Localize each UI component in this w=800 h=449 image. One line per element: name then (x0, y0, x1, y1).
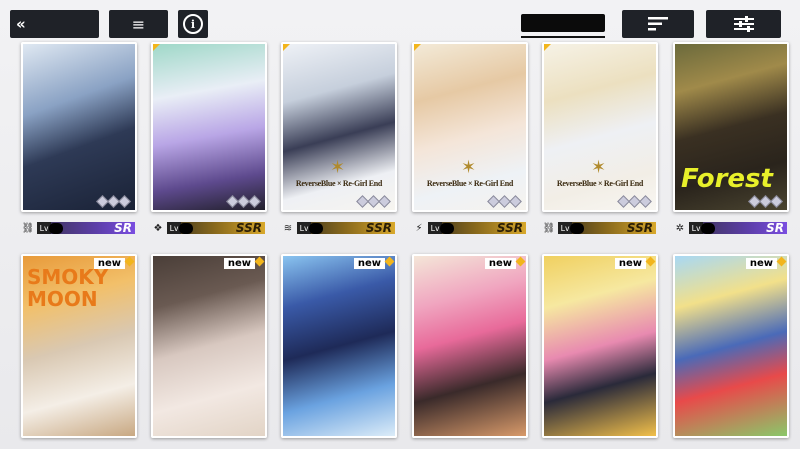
card-rarity-row: ❖ Lv SSR (151, 221, 265, 235)
card-art (153, 256, 265, 436)
level-redacted (309, 222, 323, 234)
sliders-icon (733, 16, 754, 32)
new-badge: new (614, 258, 646, 269)
card-art (544, 256, 656, 436)
card-stars (96, 195, 131, 208)
rarity-bar: Lv SSR (428, 221, 526, 235)
level-redacted (49, 222, 63, 234)
character-card[interactable]: ✶ ReverseBlue × Re-Girl End (281, 42, 397, 212)
card-corner-mark (283, 44, 291, 52)
card-art (283, 256, 395, 436)
card-corner-mark (414, 44, 422, 52)
rarity-bar: Lv SR (37, 221, 135, 235)
title-underline (521, 36, 605, 38)
card-stars (748, 195, 783, 208)
sort-icon (648, 17, 668, 31)
element-icon: ⛓ (21, 222, 35, 234)
card-stars (226, 195, 261, 208)
character-card[interactable]: new (412, 254, 528, 438)
card-art (675, 256, 787, 436)
emblem-icon: ✶ (461, 157, 477, 178)
rarity-bar: Lv SSR (297, 221, 395, 235)
card-caption: ReverseBlue × Re-Girl End (556, 179, 644, 188)
hamburger-menu-icon: ≡ (131, 14, 146, 34)
card-rarity-row: ⛓ Lv SSR (542, 221, 656, 235)
character-card[interactable]: Forest (673, 42, 789, 212)
level-redacted (440, 222, 454, 234)
card-stars (356, 195, 391, 208)
element-icon: ✲ (675, 222, 685, 234)
card-art (23, 44, 135, 210)
element-icon: ≋ (283, 222, 293, 234)
character-card[interactable]: new (151, 254, 267, 438)
card-caption: ReverseBlue × Re-Girl End (426, 179, 514, 188)
card-corner-mark (153, 44, 161, 52)
card-title-text: Forest (681, 164, 773, 194)
new-badge: new (223, 258, 255, 269)
menu-button[interactable]: ≡ (109, 10, 168, 38)
card-rarity-row: ⚡ Lv SSR (412, 221, 526, 235)
rarity-label: SR (114, 221, 132, 235)
card-rarity-row: ⛓ Lv SR (21, 221, 135, 235)
element-icon: ⛓ (542, 222, 556, 234)
character-card[interactable]: ✶ ReverseBlue × Re-Girl End (412, 42, 528, 212)
info-button[interactable]: i (178, 10, 208, 38)
card-title-text: SMOKY MOON (27, 265, 109, 311)
new-badge: new (93, 258, 125, 269)
card-stars (487, 195, 522, 208)
character-card[interactable]: new (673, 254, 789, 438)
character-card[interactable] (151, 42, 267, 212)
back-button[interactable]: « (10, 10, 99, 38)
element-icon: ❖ (153, 222, 163, 234)
emblem-icon: ✶ (330, 157, 346, 178)
card-rarity-row: ✲ Lv SR (673, 221, 787, 235)
character-card[interactable]: new (542, 254, 658, 438)
level-redacted (179, 222, 193, 234)
new-badge: new (745, 258, 777, 269)
double-chevron-left-icon: « (16, 15, 26, 33)
sort-button[interactable] (622, 10, 694, 38)
emblem-icon: ✶ (591, 157, 607, 178)
rarity-label: SSR (235, 221, 262, 235)
rarity-label: SR (766, 221, 784, 235)
rarity-bar: Lv SSR (558, 221, 656, 235)
card-stars (617, 195, 652, 208)
rarity-label: SSR (496, 221, 523, 235)
redacted-title (521, 14, 605, 32)
new-badge: new (484, 258, 516, 269)
card-corner-mark (544, 44, 552, 52)
filter-button[interactable] (706, 10, 781, 38)
new-badge: new (353, 258, 385, 269)
rarity-label: SSR (626, 221, 653, 235)
character-card[interactable]: ✶ ReverseBlue × Re-Girl End (542, 42, 658, 212)
card-caption: ReverseBlue × Re-Girl End (295, 179, 383, 188)
character-card[interactable]: new (281, 254, 397, 438)
rarity-label: SSR (365, 221, 392, 235)
character-card[interactable] (21, 42, 137, 212)
card-art (414, 256, 526, 436)
character-card[interactable]: SMOKY MOON new (21, 254, 137, 438)
element-icon: ⚡ (415, 222, 423, 234)
rarity-bar: Lv SSR (167, 221, 265, 235)
card-art (153, 44, 265, 210)
rarity-bar: Lv SR (689, 221, 787, 235)
level-redacted (701, 222, 715, 234)
level-redacted (570, 222, 584, 234)
card-rarity-row: ≋ Lv SSR (281, 221, 395, 235)
info-icon: i (183, 14, 203, 34)
